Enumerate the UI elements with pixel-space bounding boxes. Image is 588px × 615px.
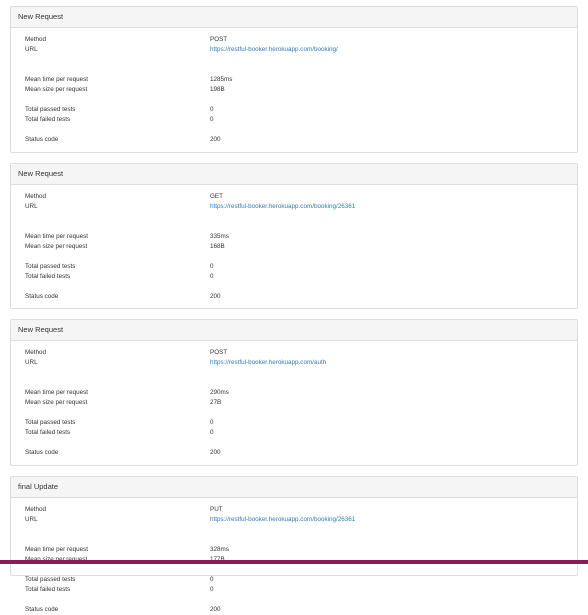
mean-time-row: Mean time per request 335ms xyxy=(25,232,577,242)
status-row: Status code 200 xyxy=(25,292,577,302)
mean-size-row: Mean size per request 198B xyxy=(25,85,577,95)
status-value: 200 xyxy=(210,606,221,613)
url-label: URL xyxy=(25,359,38,366)
status-row: Status code 200 xyxy=(25,448,577,458)
method-row: Method POST xyxy=(25,348,577,358)
url-label: URL xyxy=(25,46,38,53)
method-label: Method xyxy=(25,36,47,43)
passed-row: Total passed tests 0 xyxy=(25,575,577,585)
status-label: Status code xyxy=(25,136,59,143)
mean-time-label: Mean time per request xyxy=(25,546,88,553)
passed-label: Total passed tests xyxy=(25,419,76,426)
failed-value: 0 xyxy=(210,273,214,280)
method-row: Method POST xyxy=(25,35,577,45)
failed-label: Total failed tests xyxy=(25,116,71,123)
passed-row: Total passed tests 0 xyxy=(25,105,577,115)
request-panel: New Request Method GET URL https://restful… xyxy=(10,163,578,309)
passed-value: 0 xyxy=(210,576,214,583)
mean-time-label: Mean time per request xyxy=(25,233,88,240)
bottom-accent-bar xyxy=(0,560,588,564)
method-row: Method GET xyxy=(25,192,577,202)
mean-size-value: 168B xyxy=(210,243,225,250)
failed-value: 0 xyxy=(210,429,214,436)
method-label: Method xyxy=(25,193,47,200)
mean-size-value: 198B xyxy=(210,86,225,93)
status-label: Status code xyxy=(25,606,59,613)
request-panel: New Request Method POST URL https://restfu… xyxy=(10,319,578,466)
request-panel: New Request Method POST URL https://restfu… xyxy=(10,6,578,153)
failed-row: Total failed tests 0 xyxy=(25,272,577,282)
mean-size-row: Mean size per request 168B xyxy=(25,242,577,252)
passed-label: Total passed tests xyxy=(25,106,76,113)
passed-value: 0 xyxy=(210,263,214,270)
mean-time-label: Mean time per request xyxy=(25,389,88,396)
failed-label: Total failed tests xyxy=(25,273,71,280)
failed-row: Total failed tests 0 xyxy=(25,585,577,595)
passed-row: Total passed tests 0 xyxy=(25,262,577,272)
failed-label: Total failed tests xyxy=(25,586,71,593)
method-row: Method PUT xyxy=(25,505,577,515)
method-label: Method xyxy=(25,349,47,356)
status-value: 200 xyxy=(210,136,221,143)
method-value: POST xyxy=(210,36,228,43)
mean-size-row: Mean size per request 27B xyxy=(25,398,577,408)
url-link[interactable]: https://restful-booker.herokuapp.com/boo… xyxy=(210,515,355,525)
passed-label: Total passed tests xyxy=(25,263,76,270)
url-row: URL https://restful-booker.herokuapp.com/… xyxy=(25,202,577,212)
failed-row: Total failed tests 0 xyxy=(25,115,577,125)
failed-value: 0 xyxy=(210,586,214,593)
mean-size-label: Mean size per request xyxy=(25,243,88,250)
mean-time-row: Mean time per request 328ms xyxy=(25,545,577,555)
method-label: Method xyxy=(25,506,47,513)
url-link[interactable]: https://restful-booker.herokuapp.com/boo… xyxy=(210,202,355,212)
url-label: URL xyxy=(25,516,38,523)
mean-time-value: 1285ms xyxy=(210,76,233,83)
mean-time-value: 335ms xyxy=(210,233,229,240)
mean-size-label: Mean size per request xyxy=(25,399,88,406)
url-link[interactable]: https://restful-booker.herokuapp.com/boo… xyxy=(210,45,338,55)
mean-size-value: 27B xyxy=(210,399,222,406)
panel-title: final Update xyxy=(11,477,577,498)
url-row: URL https://restful-booker.herokuapp.com/… xyxy=(25,45,577,55)
passed-value: 0 xyxy=(210,419,214,426)
url-row: URL https://restful-booker.herokuapp.com/… xyxy=(25,358,577,368)
method-value: PUT xyxy=(210,506,223,513)
panel-title: New Request xyxy=(11,7,577,28)
status-value: 200 xyxy=(210,449,221,456)
panel-title: New Request xyxy=(11,320,577,341)
mean-time-row: Mean time per request 1285ms xyxy=(25,75,577,85)
passed-row: Total passed tests 0 xyxy=(25,418,577,428)
mean-time-value: 290ms xyxy=(210,389,229,396)
mean-time-value: 328ms xyxy=(210,546,229,553)
passed-label: Total passed tests xyxy=(25,576,76,583)
method-value: POST xyxy=(210,349,228,356)
status-label: Status code xyxy=(25,293,59,300)
status-row: Status code 200 xyxy=(25,135,577,145)
url-link[interactable]: https://restful-booker.herokuapp.com/aut… xyxy=(210,358,326,368)
mean-time-row: Mean time per request 290ms xyxy=(25,388,577,398)
passed-value: 0 xyxy=(210,106,214,113)
status-value: 200 xyxy=(210,293,221,300)
mean-time-label: Mean time per request xyxy=(25,76,88,83)
url-label: URL xyxy=(25,203,38,210)
status-row: Status code 200 xyxy=(25,605,577,615)
url-row: URL https://restful-booker.herokuapp.com/… xyxy=(25,515,577,525)
method-value: GET xyxy=(210,193,223,200)
status-label: Status code xyxy=(25,449,59,456)
mean-size-label: Mean size per request xyxy=(25,86,88,93)
failed-row: Total failed tests 0 xyxy=(25,428,577,438)
failed-label: Total failed tests xyxy=(25,429,71,436)
failed-value: 0 xyxy=(210,116,214,123)
panel-title: New Request xyxy=(11,164,577,185)
